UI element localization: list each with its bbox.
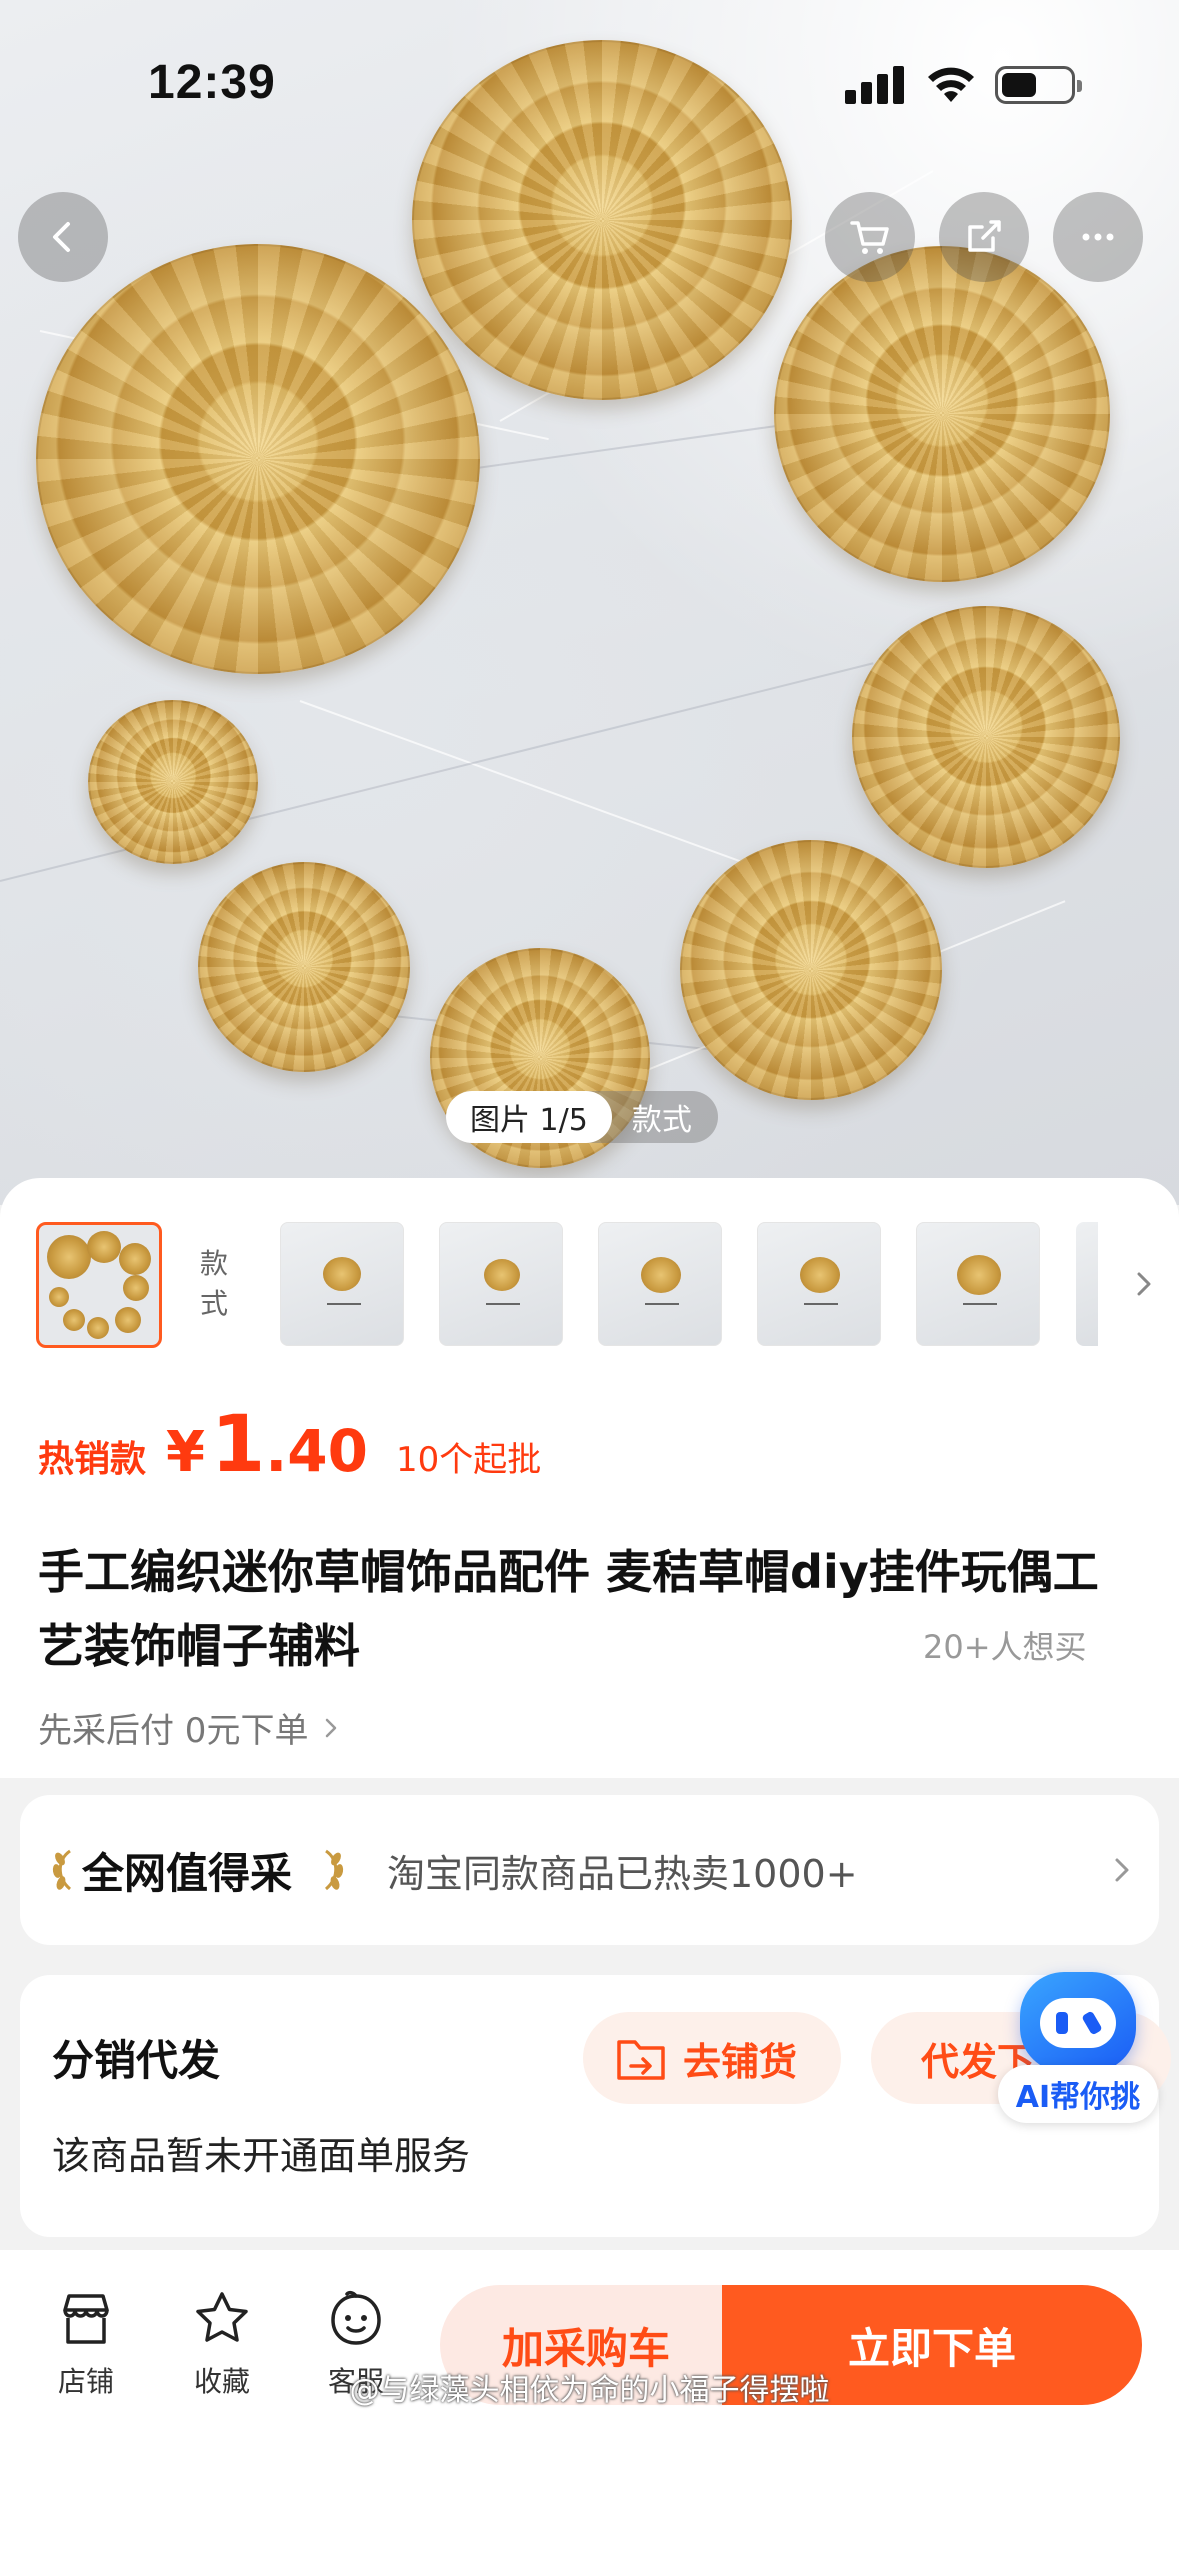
folder-share-icon [617, 2040, 665, 2080]
ai-assistant-icon [1020, 1972, 1136, 2072]
customer-service-icon [331, 2290, 381, 2345]
variant-tab[interactable]: 款式 [612, 1095, 718, 1139]
product-detail-page: 12:39 图片 1/5 款式 款式 热销款 ¥ 1 .40 10个起批 手工编… [0, 0, 1179, 2556]
price-decimal: .40 [265, 1417, 369, 1485]
ai-helper-button[interactable]: AI帮你挑 [998, 1972, 1158, 2123]
straw-hat-image [680, 840, 942, 1100]
variant-label: 款式 [199, 1247, 228, 1320]
share-button[interactable] [939, 192, 1029, 282]
straw-hat-image [774, 246, 1110, 582]
distribution-label: 分销代发 [52, 2036, 221, 2085]
cart-icon [850, 221, 889, 254]
chevron-right-icon[interactable] [1126, 1266, 1162, 1302]
currency-symbol: ¥ [166, 1420, 205, 1485]
status-time: 12:39 [148, 56, 276, 109]
want-count: 20+人想买 [923, 1628, 1087, 1666]
pay-later-link[interactable]: 先采后付 0元下单 [38, 1703, 344, 1752]
straw-hat-image [36, 244, 480, 674]
value-text: 淘宝同款商品已热卖1000+ [387, 1852, 858, 1896]
thumbnail-variant[interactable] [280, 1222, 404, 1346]
thumbnail-variant[interactable] [598, 1222, 722, 1346]
share-icon [968, 220, 1001, 252]
distribution-panel: 分销代发 去铺货 代发下 该商品暂未开通面单服务 [20, 1975, 1171, 2237]
page-indicator: 图片 1/5 [446, 1091, 612, 1143]
thumbnail-variant[interactable] [757, 1222, 881, 1346]
stock-button-label: 去铺货 [683, 2039, 798, 2084]
pay-later-text: 先采后付 0元下单 [38, 1711, 309, 1751]
store-icon [63, 2294, 109, 2344]
battery-icon [995, 66, 1082, 104]
star-icon [196, 2292, 248, 2342]
cellular-signal-icon [845, 64, 905, 104]
more-icon [1082, 233, 1114, 241]
cart-button[interactable] [825, 192, 915, 282]
thumbnail-variant[interactable] [439, 1222, 563, 1346]
image-pager[interactable]: 图片 1/5 款式 [446, 1091, 718, 1143]
straw-hat-image [852, 606, 1120, 868]
thumbnail-variant[interactable] [1076, 1222, 1098, 1346]
straw-hat-image [198, 862, 410, 1072]
watermark-text: @与绿藻头相依为命的小福子得摆啦 [349, 2373, 830, 2408]
product-image-gallery[interactable]: 12:39 图片 1/5 款式 [0, 0, 1179, 1205]
back-button[interactable] [18, 192, 108, 282]
price-integer: 1 [210, 1400, 266, 1490]
variant-thumbnail-strip[interactable]: 款式 [36, 1222, 1179, 1352]
laurel-left-icon [52, 1849, 72, 1891]
thumbnail-selected[interactable] [36, 1222, 162, 1348]
more-button[interactable] [1053, 192, 1143, 282]
stock-button[interactable]: 去铺货 [583, 2012, 841, 2104]
value-label: 全网值得采 [82, 1849, 293, 1898]
chevron-left-icon [53, 222, 70, 252]
wifi-icon [928, 67, 974, 102]
status-bar: 12:39 [0, 0, 1179, 150]
ai-helper-label: AI帮你挑 [998, 2065, 1158, 2123]
chevron-right-icon [326, 1718, 337, 1737]
laurel-right-icon [324, 1849, 344, 1891]
straw-hat-image [88, 700, 258, 864]
chevron-right-icon [1115, 1858, 1129, 1882]
value-panel[interactable]: 全网值得采 淘宝同款商品已热卖1000+ [20, 1795, 1159, 1945]
minimum-order: 10个起批 [396, 1440, 542, 1480]
distribution-note: 该商品暂未开通面单服务 [52, 2134, 471, 2178]
price-row: 热销款 ¥ 1 .40 10个起批 [38, 1400, 541, 1490]
hot-sale-tag: 热销款 [38, 1439, 147, 1480]
thumbnail-variant[interactable] [916, 1222, 1040, 1346]
